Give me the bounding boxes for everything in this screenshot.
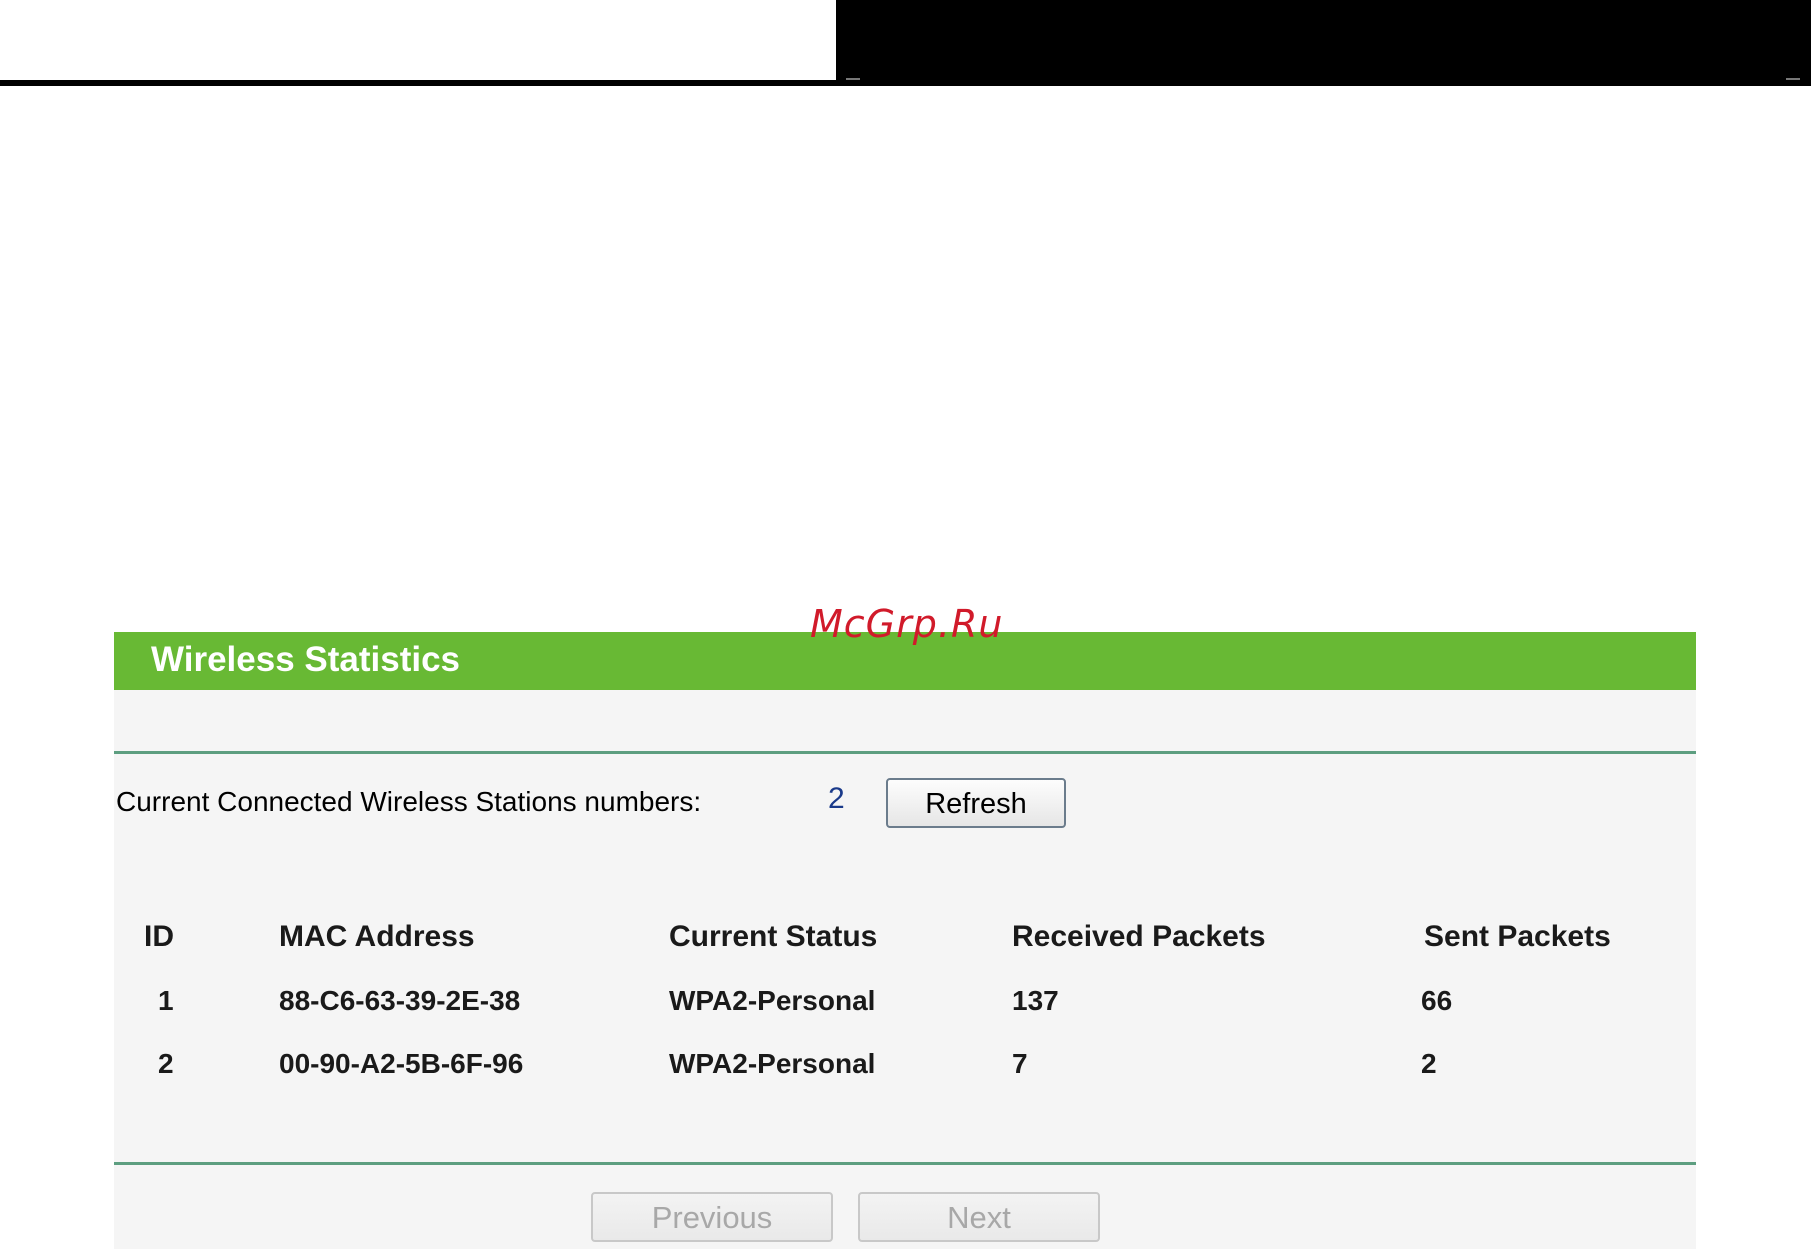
top-rule [0,80,836,86]
cell-id: 1 [158,985,174,1016]
cell-status: WPA2-Personal [669,985,876,1016]
cell-received: 7 [1012,1048,1028,1079]
cell-mac: 88-C6-63-39-2E-38 [279,985,521,1016]
stations-count: 2 [828,782,845,815]
column-header-sent: Sent Packets [1424,920,1611,953]
page-title: Wireless Statistics [151,640,461,679]
column-header-received: Received Packets [1012,920,1266,953]
cell-sent: 66 [1421,985,1453,1016]
cell-received: 137 [1012,985,1059,1016]
cell-sent: 2 [1421,1048,1437,1079]
top-divider [114,751,1696,754]
bottom-divider [114,1162,1696,1165]
top-tick-right [1786,78,1800,80]
top-tick-left [846,78,860,80]
cell-mac: 00-90-A2-5B-6F-96 [279,1048,524,1079]
top-black-bar [836,0,1811,86]
stations-label: Current Connected Wireless Stations numb… [116,786,702,817]
wireless-statistics-panel: Wireless Statistics Current Connected Wi… [114,632,1696,1249]
watermark: McGrp.Ru [810,602,1004,646]
previous-button[interactable]: Previous [591,1192,833,1242]
refresh-button[interactable]: Refresh [886,778,1066,828]
next-button[interactable]: Next [858,1192,1100,1242]
cell-id: 2 [158,1048,174,1079]
column-header-status: Current Status [669,920,878,953]
column-header-mac: MAC Address [279,920,475,953]
column-header-id: ID [144,920,174,953]
cell-status: WPA2-Personal [669,1048,876,1079]
